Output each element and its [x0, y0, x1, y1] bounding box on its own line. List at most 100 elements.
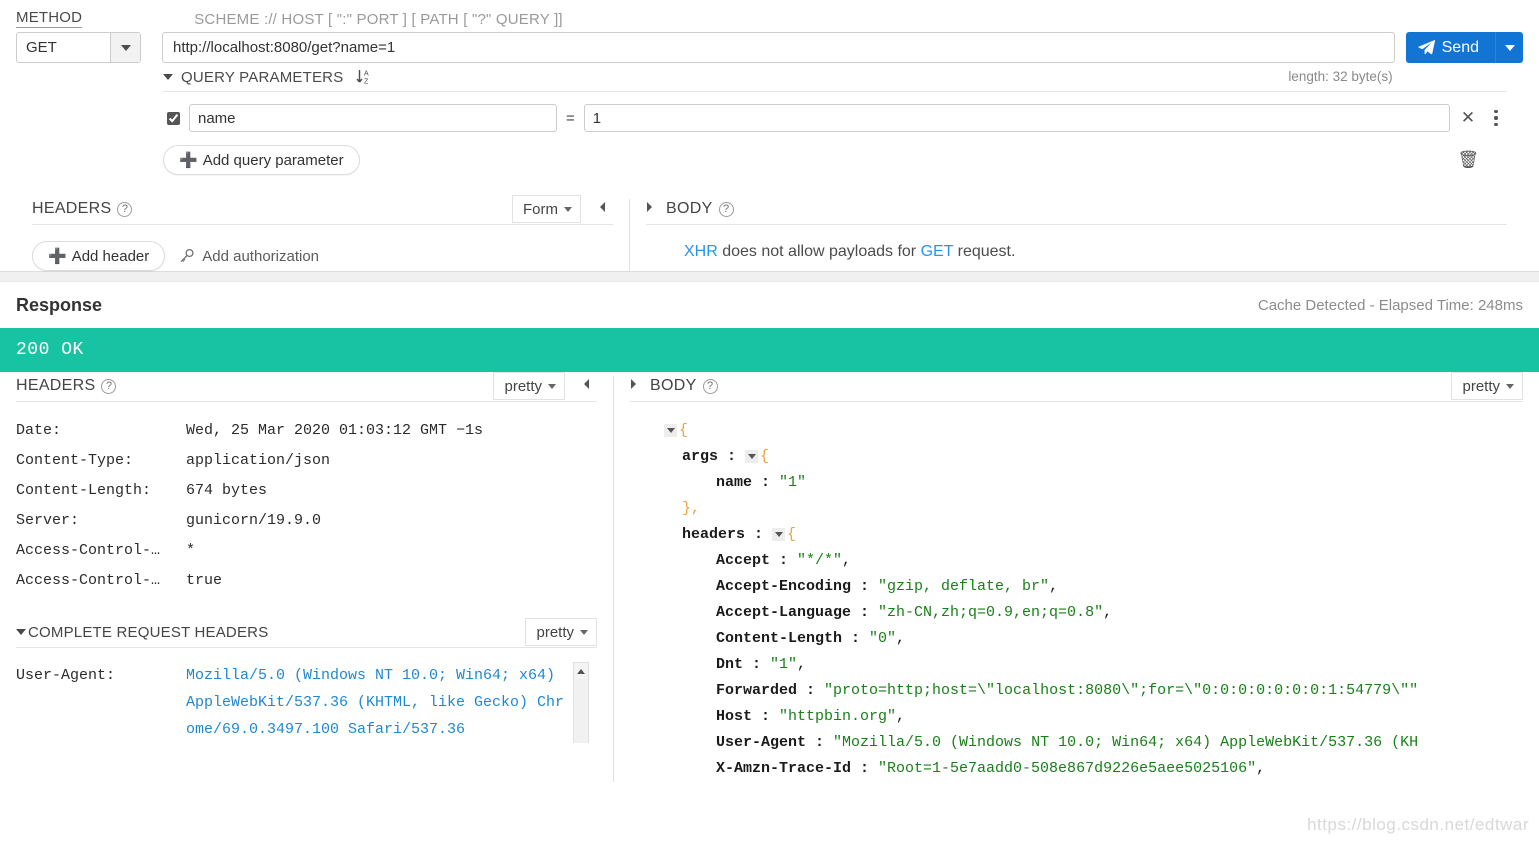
response-separator — [0, 271, 1539, 282]
chevron-down-icon — [564, 206, 572, 212]
json-key: X-Amzn-Trace-Id : — [716, 760, 879, 777]
complete-request-headers-mode-select[interactable]: pretty — [525, 618, 597, 646]
scrollbar[interactable] — [573, 662, 589, 743]
complete-request-headers-header[interactable]: COMPLETE REQUEST HEADERS pretty — [16, 618, 597, 646]
add-header-button[interactable]: ➕ Add header — [32, 241, 166, 271]
method-dropdown-arrow[interactable] — [110, 33, 140, 62]
table-row: Content-Length: 674 bytes — [16, 476, 597, 506]
panel-collapse-arrows — [591, 200, 613, 218]
table-row: Date: Wed, 25 Mar 2020 01:03:12 GMT −1s — [16, 416, 597, 446]
scroll-up-button[interactable] — [574, 663, 588, 679]
query-parameter-enabled-checkbox[interactable] — [167, 111, 180, 125]
help-icon[interactable]: ? — [117, 201, 133, 217]
request-headers-controls: Form — [512, 195, 613, 223]
json-punctuation: , — [797, 656, 807, 673]
watermark: https://blog.csdn.net/edtwar — [1307, 815, 1529, 834]
chevron-down-icon — [1504, 44, 1515, 51]
response-meta: Cache Detected - Elapsed Time: 248ms — [1257, 297, 1523, 314]
header-value: Wed, 25 Mar 2020 01:03:12 GMT −1s — [186, 422, 484, 439]
request-headers-panel: HEADERS ? Form ➕ Add header Add authoriz… — [16, 195, 629, 271]
header-value: gunicorn/19.9.0 — [186, 512, 322, 529]
response-headers-mode-select[interactable]: pretty — [493, 372, 565, 400]
xhr-link[interactable]: XHR — [684, 243, 718, 260]
response-body-panel: BODY ? pretty {args : {name : "1"}, heade… — [614, 372, 1539, 782]
request-headers-mode-select[interactable]: Form — [512, 195, 581, 223]
complete-request-headers-mode-label: pretty — [536, 623, 574, 641]
url-labels-row: METHOD SCHEME :// HOST [ ":" PORT ] [ PA… — [16, 6, 1523, 28]
chevron-down-icon — [120, 44, 131, 51]
response-body-mode-select[interactable]: pretty — [1451, 372, 1523, 400]
add-authorization-button[interactable]: Add authorization — [179, 248, 319, 265]
json-line: args : { — [630, 444, 1523, 470]
response-headers-mode-label: pretty — [504, 377, 542, 395]
json-value: "1" — [779, 474, 807, 491]
url-input[interactable] — [162, 32, 1395, 63]
help-icon[interactable]: ? — [718, 201, 734, 217]
json-line: Host : "httpbin.org", — [630, 704, 1523, 730]
json-key: Dnt : — [716, 656, 771, 673]
json-value: "gzip, deflate, br" — [878, 578, 1050, 595]
add-authorization-label: Add authorization — [202, 247, 320, 265]
add-query-parameter-label: Add query parameter — [202, 151, 344, 169]
json-collapse-toggle[interactable] — [664, 423, 677, 437]
json-viewer[interactable]: {args : {name : "1"}, headers : {Accept :… — [630, 418, 1523, 782]
status-text: 200 OK — [16, 340, 84, 360]
complete-request-headers-controls: pretty — [525, 618, 597, 646]
response-headers-table: Date: Wed, 25 Mar 2020 01:03:12 GMT −1s … — [16, 416, 597, 596]
query-parameter-actions: ➕ Add query parameter 🗑 — [163, 145, 1507, 175]
plus-icon: ➕ — [179, 152, 198, 169]
close-icon[interactable]: ✕ — [1454, 108, 1482, 128]
user-agent-text: Mozilla/5.0 (Windows NT 10.0; Win64; x64… — [186, 667, 565, 738]
collapse-triangle-icon[interactable] — [16, 629, 26, 635]
json-line: X-Amzn-Trace-Id : "Root=1-5e7aadd0-508e8… — [630, 756, 1523, 782]
send-button[interactable]: Send — [1405, 32, 1495, 63]
trash-icon[interactable]: 🗑 — [1457, 150, 1507, 170]
query-parameter-name-input[interactable] — [189, 104, 557, 132]
chevron-down-icon — [774, 531, 783, 537]
json-key: Forwarded : — [716, 682, 825, 699]
response-title: Response — [16, 295, 103, 315]
chevron-up-icon — [577, 668, 585, 674]
json-key: Accept-Language : — [716, 604, 879, 621]
get-link[interactable]: GET — [921, 243, 954, 260]
collapse-left-arrow-icon[interactable] — [591, 200, 613, 218]
json-line: }, — [630, 496, 1523, 522]
json-key: Host : — [716, 708, 780, 725]
response-header: Response Cache Detected - Elapsed Time: … — [0, 282, 1539, 328]
plus-icon: ➕ — [48, 248, 67, 265]
chevron-down-icon — [548, 383, 556, 389]
header-key: Access-Control-… — [16, 542, 161, 559]
equals-sign: = — [566, 109, 575, 127]
help-icon[interactable]: ? — [702, 378, 718, 394]
paper-plane-icon — [1418, 39, 1435, 55]
help-icon[interactable]: ? — [101, 378, 117, 394]
query-parameter-value-input[interactable] — [583, 104, 1450, 132]
expand-right-arrow-icon[interactable] — [638, 200, 660, 218]
method-label: METHOD — [16, 9, 83, 28]
user-agent-row: User-Agent: Mozilla/5.0 (Windows NT 10.0… — [16, 662, 597, 743]
json-key: headers : — [682, 526, 773, 543]
request-headers-mode-label: Form — [523, 200, 558, 218]
collapse-left-arrow-icon[interactable] — [575, 377, 597, 395]
json-collapse-toggle[interactable] — [772, 527, 786, 541]
url-field-wrap: length: 32 byte(s) — [162, 32, 1395, 84]
url-format-label: SCHEME :// HOST [ ":" PORT ] [ PATH [ "?… — [194, 11, 563, 28]
request-body-rule — [646, 224, 1507, 225]
send-options-button[interactable] — [1495, 32, 1523, 63]
key-icon — [180, 248, 194, 263]
json-key: args : — [682, 448, 746, 465]
chevron-down-icon — [1506, 383, 1514, 389]
json-value: "Mozilla/5.0 (Windows NT 10.0; Win64; x6… — [833, 734, 1419, 751]
kebab-menu-icon[interactable] — [1485, 109, 1507, 127]
header-key: Server: — [16, 512, 80, 529]
add-query-parameter-button[interactable]: ➕ Add query parameter — [163, 145, 360, 175]
response-headers-header: HEADERS ? pretty — [16, 372, 597, 400]
json-collapse-toggle[interactable] — [745, 449, 759, 463]
response-headers-title: HEADERS — [16, 377, 96, 394]
header-key: Content-Length: — [16, 482, 152, 499]
json-line: { — [630, 418, 1523, 444]
json-value: "*/*" — [797, 552, 843, 569]
request-headers-header: HEADERS ? Form — [32, 195, 613, 223]
method-select[interactable]: GET — [16, 32, 141, 63]
expand-right-arrow-icon[interactable] — [622, 377, 644, 395]
